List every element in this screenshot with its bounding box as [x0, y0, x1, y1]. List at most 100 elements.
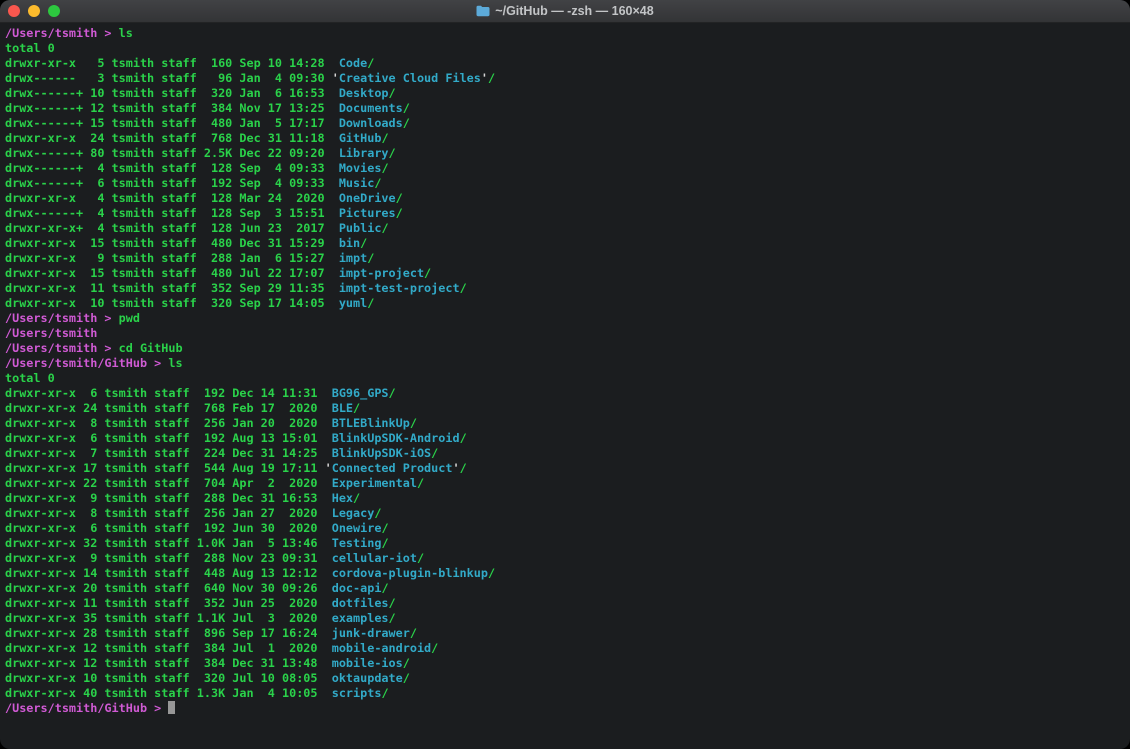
terminal-text-segment: mobile-ios	[332, 656, 403, 670]
terminal-text-segment: /	[353, 491, 360, 505]
terminal-line: drwxr-xr-x 20 tsmith staff 640 Nov 30 09…	[5, 581, 1130, 596]
terminal-text-segment: ls	[119, 26, 133, 40]
terminal-text-segment: ls	[168, 356, 182, 370]
terminal-line: drwxr-xr-x 10 tsmith staff 320 Jul 10 08…	[5, 671, 1130, 686]
terminal-text-segment: drwxr-xr-x 8 tsmith staff 256 Jan 27 202…	[5, 506, 332, 520]
folder-icon[interactable]	[476, 5, 490, 17]
zoom-button[interactable]	[48, 5, 60, 17]
terminal-text-segment: impt-project	[339, 266, 424, 280]
terminal-window: ~/GitHub — -zsh — 160×48 /Users/tsmith >…	[0, 0, 1130, 749]
terminal-text-segment: /	[389, 86, 396, 100]
terminal-text-segment: drwxr-xr-x 10 tsmith staff 320 Jul 10 08…	[5, 671, 332, 685]
terminal-text-segment: Documents	[339, 101, 403, 115]
terminal-text-segment: BG96_GPS	[332, 386, 389, 400]
terminal-text-segment: drwxr-xr-x 22 tsmith staff 704 Apr 2 202…	[5, 476, 332, 490]
terminal-text-segment: drwx------+ 80 tsmith staff 2.5K Dec 22 …	[5, 146, 339, 160]
terminal-line: drwxr-xr-x 11 tsmith staff 352 Jun 25 20…	[5, 596, 1130, 611]
terminal-line: drwxr-xr-x 7 tsmith staff 224 Dec 31 14:…	[5, 446, 1130, 461]
terminal-text-segment: drwxr-xr-x 6 tsmith staff 192 Aug 13 15:…	[5, 431, 332, 445]
terminal-text-segment: /	[389, 611, 396, 625]
terminal-text-segment: BlinkUpSDK-iOS	[332, 446, 431, 460]
terminal-text-segment: /	[381, 521, 388, 535]
terminal-text-segment: Public	[339, 221, 382, 235]
terminal-line: drwxr-xr-x 11 tsmith staff 352 Sep 29 11…	[5, 281, 1130, 296]
terminal-text-segment: /Users/tsmith >	[5, 311, 119, 325]
terminal-cursor	[168, 701, 175, 714]
terminal-line: drwx------+ 15 tsmith staff 480 Jan 5 17…	[5, 116, 1130, 131]
terminal-text-segment: drwx------+ 15 tsmith staff 480 Jan 5 17…	[5, 116, 339, 130]
terminal-text-segment: '	[332, 71, 339, 85]
terminal-text-segment: /	[353, 401, 360, 415]
terminal-text-segment: /Users/tsmith/GitHub >	[5, 356, 168, 370]
terminal-text-segment: drwxr-xr-x 32 tsmith staff 1.0K Jan 5 13…	[5, 536, 332, 550]
terminal-line: drwxr-xr-x 35 tsmith staff 1.1K Jul 3 20…	[5, 611, 1130, 626]
terminal-line: drwx------+ 10 tsmith staff 320 Jan 6 16…	[5, 86, 1130, 101]
terminal-text-segment: /Users/tsmith >	[5, 341, 119, 355]
terminal-text-segment: Desktop	[339, 86, 389, 100]
terminal-line: drwxr-xr-x 24 tsmith staff 768 Dec 31 11…	[5, 131, 1130, 146]
terminal-text-segment: /	[396, 206, 403, 220]
terminal-line: drwxr-xr-x+ 4 tsmith staff 128 Jun 23 20…	[5, 221, 1130, 236]
terminal-text-segment: drwxr-xr-x 11 tsmith staff 352 Jun 25 20…	[5, 596, 332, 610]
terminal-line: drwxr-xr-x 9 tsmith staff 288 Nov 23 09:…	[5, 551, 1130, 566]
terminal-text-segment: total 0	[5, 41, 55, 55]
terminal-text-segment: /	[374, 176, 381, 190]
terminal-text-segment: drwxr-xr-x 35 tsmith staff 1.1K Jul 3 20…	[5, 611, 332, 625]
terminal-text-segment: /	[403, 671, 410, 685]
terminal-text-segment: drwxr-xr-x 20 tsmith staff 640 Nov 30 09…	[5, 581, 332, 595]
terminal-text-segment: Movies	[339, 161, 382, 175]
terminal-text-segment: oktaupdate	[332, 671, 403, 685]
terminal-text-segment: /	[396, 191, 403, 205]
terminal-text-segment: /Users/tsmith	[5, 326, 97, 340]
terminal-line: total 0	[5, 371, 1130, 386]
terminal-text-segment: drwxr-xr-x 5 tsmith staff 160 Sep 10 14:…	[5, 56, 339, 70]
terminal-text-segment: drwx------+ 6 tsmith staff 192 Sep 4 09:…	[5, 176, 339, 190]
terminal-text-segment: drwxr-xr-x 6 tsmith staff 192 Dec 14 11:…	[5, 386, 332, 400]
terminal-text-segment: Connected Product	[332, 461, 453, 475]
window-titlebar[interactable]: ~/GitHub — -zsh — 160×48	[0, 0, 1130, 23]
terminal-text-segment: mobile-android	[332, 641, 431, 655]
terminal-text-segment: Code	[339, 56, 367, 70]
terminal-text-segment: drwxr-xr-x 17 tsmith staff 544 Aug 19 17…	[5, 461, 325, 475]
terminal-text-segment: drwxr-xr-x 15 tsmith staff 480 Dec 31 15…	[5, 236, 339, 250]
terminal-text-segment: drwx------+ 4 tsmith staff 128 Sep 4 09:…	[5, 161, 339, 175]
terminal-text-segment: drwxr-xr-x 14 tsmith staff 448 Aug 13 12…	[5, 566, 332, 580]
terminal-screen[interactable]: /Users/tsmith > lstotal 0drwxr-xr-x 5 ts…	[0, 23, 1130, 716]
terminal-line: drwxr-xr-x 32 tsmith staff 1.0K Jan 5 13…	[5, 536, 1130, 551]
terminal-text-segment: drwxr-xr-x 24 tsmith staff 768 Dec 31 11…	[5, 131, 339, 145]
terminal-line: drwx------+ 4 tsmith staff 128 Sep 3 15:…	[5, 206, 1130, 221]
terminal-text-segment: /	[389, 146, 396, 160]
terminal-text-segment: drwxr-xr-x 7 tsmith staff 224 Dec 31 14:…	[5, 446, 332, 460]
close-button[interactable]	[8, 5, 20, 17]
terminal-text-segment: /	[460, 431, 467, 445]
minimize-button[interactable]	[28, 5, 40, 17]
terminal-text-segment: cellular-iot	[332, 551, 417, 565]
terminal-text-segment: /	[488, 566, 495, 580]
terminal-text-segment: /Users/tsmith/GitHub >	[5, 701, 168, 715]
terminal-text-segment: GitHub	[339, 131, 382, 145]
terminal-text-segment: /	[381, 221, 388, 235]
terminal-text-segment: drwxr-xr-x 12 tsmith staff 384 Jul 1 202…	[5, 641, 332, 655]
terminal-line: drwxr-xr-x 6 tsmith staff 192 Aug 13 15:…	[5, 431, 1130, 446]
terminal-line: drwxr-xr-x 14 tsmith staff 448 Aug 13 12…	[5, 566, 1130, 581]
terminal-text-segment: /	[460, 281, 467, 295]
terminal-text-segment: impt	[339, 251, 367, 265]
terminal-line: drwxr-xr-x 6 tsmith staff 192 Dec 14 11:…	[5, 386, 1130, 401]
terminal-line: drwxr-xr-x 24 tsmith staff 768 Feb 17 20…	[5, 401, 1130, 416]
terminal-text-segment: drwxr-xr-x 12 tsmith staff 384 Dec 31 13…	[5, 656, 332, 670]
terminal-text-segment: drwxr-xr-x 9 tsmith staff 288 Jan 6 15:2…	[5, 251, 339, 265]
terminal-text-segment: examples	[332, 611, 389, 625]
terminal-line: drwxr-xr-x 10 tsmith staff 320 Sep 17 14…	[5, 296, 1130, 311]
terminal-text-segment: /	[381, 536, 388, 550]
terminal-text-segment: pwd	[119, 311, 140, 325]
terminal-text-segment: /	[417, 551, 424, 565]
terminal-line: drwxr-xr-x 17 tsmith staff 544 Aug 19 17…	[5, 461, 1130, 476]
terminal-text-segment: Library	[339, 146, 389, 160]
terminal-text-segment: total 0	[5, 371, 55, 385]
terminal-text-segment: bin	[339, 236, 360, 250]
terminal-text-segment: cordova-plugin-blinkup	[332, 566, 488, 580]
terminal-text-segment: /	[410, 416, 417, 430]
terminal-text-segment: /	[367, 56, 374, 70]
terminal-text-segment: /	[389, 386, 396, 400]
terminal-line: /Users/tsmith/GitHub >	[5, 701, 1130, 716]
